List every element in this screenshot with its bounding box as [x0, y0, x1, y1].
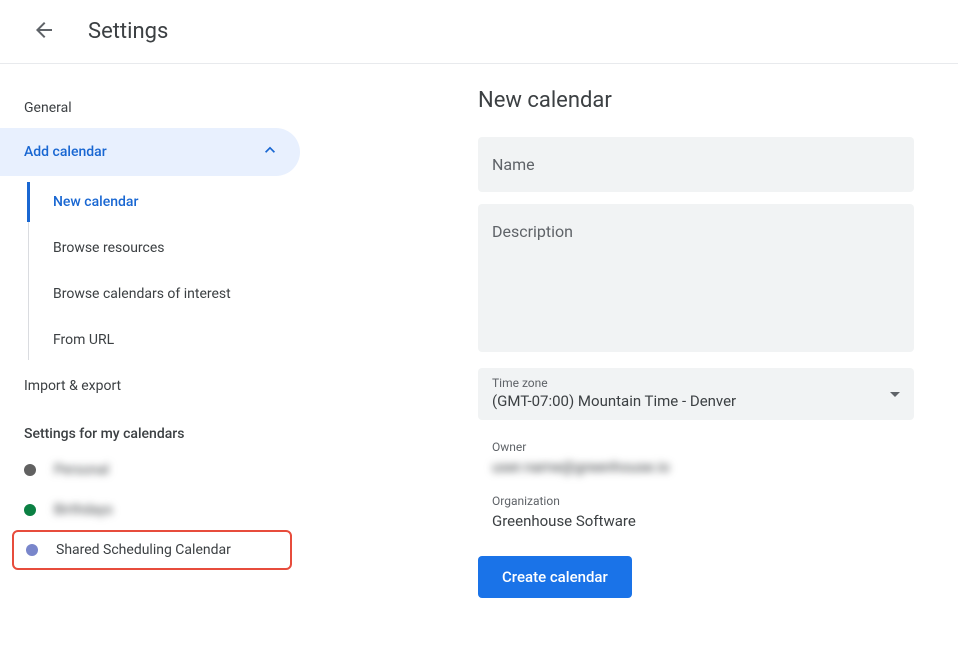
sidebar-item-general[interactable]: General [0, 88, 300, 128]
calendar-dot-icon [24, 464, 36, 476]
timezone-label: Time zone [492, 376, 900, 390]
calendar-item-2[interactable]: Birthdays [0, 490, 300, 530]
sidebar-item-import-export[interactable]: Import & export [0, 366, 300, 406]
page-title: New calendar [478, 88, 914, 113]
timezone-value: (GMT-07:00) Mountain Time - Denver [492, 392, 900, 410]
back-button[interactable] [24, 12, 64, 52]
calendar-name-input[interactable] [478, 137, 914, 192]
organization-value: Greenhouse Software [478, 512, 914, 530]
sub-item-new-calendar[interactable]: New calendar [27, 182, 300, 222]
calendar-dot-icon [24, 504, 36, 516]
sidebar: General Add calendar New calendar Browse… [0, 64, 300, 622]
header-title: Settings [88, 19, 168, 44]
calendar-description-input[interactable] [478, 204, 914, 352]
create-calendar-button[interactable]: Create calendar [478, 556, 632, 598]
owner-label: Owner [478, 440, 914, 454]
header: Settings [0, 0, 958, 64]
add-calendar-label: Add calendar [24, 144, 107, 160]
dropdown-arrow-icon [890, 385, 900, 404]
arrow-left-icon [32, 18, 56, 46]
calendar-name: Birthdays [54, 502, 113, 518]
settings-for-calendars-header: Settings for my calendars [0, 406, 300, 450]
calendar-item-shared-scheduling[interactable]: Shared Scheduling Calendar [12, 530, 292, 570]
calendar-item-1[interactable]: Personal [0, 450, 300, 490]
container: General Add calendar New calendar Browse… [0, 64, 958, 622]
timezone-select[interactable]: Time zone (GMT-07:00) Mountain Time - De… [478, 368, 914, 420]
calendar-name: Personal [54, 462, 109, 478]
main-content: New calendar Time zone (GMT-07:00) Mount… [470, 64, 930, 622]
calendar-name: Shared Scheduling Calendar [56, 542, 231, 558]
sub-item-browse-calendars-interest[interactable]: Browse calendars of interest [29, 274, 300, 314]
organization-label: Organization [478, 494, 914, 508]
sub-item-browse-resources[interactable]: Browse resources [29, 228, 300, 268]
chevron-up-icon [260, 140, 280, 164]
sub-item-from-url[interactable]: From URL [29, 320, 300, 360]
sidebar-item-add-calendar[interactable]: Add calendar [0, 128, 300, 176]
calendar-dot-icon [26, 544, 38, 556]
owner-value: user.name@greenhouse.io [478, 458, 914, 476]
add-calendar-subitems: New calendar Browse resources Browse cal… [28, 182, 300, 360]
